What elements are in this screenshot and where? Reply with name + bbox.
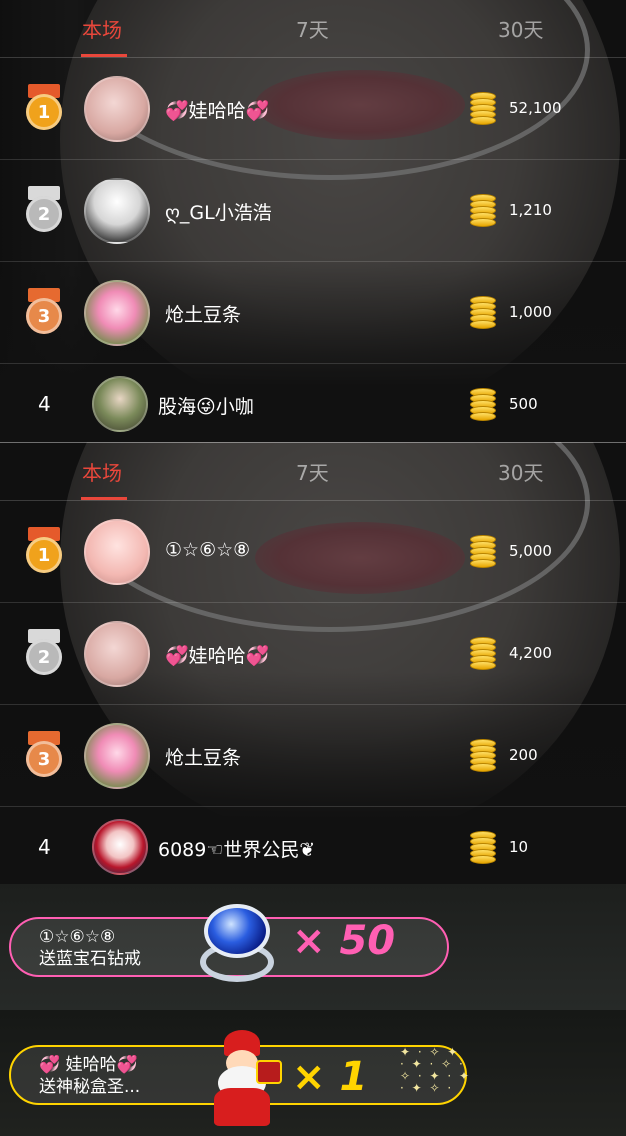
tab-30-days[interactable]: 30天 — [498, 14, 543, 43]
avatar[interactable] — [84, 723, 150, 789]
coin-stack-icon — [470, 388, 500, 422]
avatar[interactable] — [92, 819, 148, 875]
avatar[interactable] — [92, 376, 148, 432]
score-value: 200 — [509, 746, 538, 764]
sapphire-ring-icon — [192, 902, 282, 992]
coin-stack-icon — [470, 739, 500, 773]
coin-stack-icon — [470, 535, 500, 569]
avatar[interactable] — [84, 280, 150, 346]
bronze-medal-icon: 3 — [24, 288, 64, 336]
avatar[interactable] — [84, 178, 150, 244]
silver-medal-icon: 2 — [24, 186, 64, 234]
score-value: 1,000 — [509, 303, 552, 321]
sparkle-icon: ✦ · ✧ ✦ · ✦ · ✧ · ✧ · ✦ · ✦ · ✦ ✧ · — [400, 1045, 472, 1095]
ranking-row[interactable]: 1 ①☆⑥☆⑧ 5,000 — [0, 501, 626, 603]
active-tab-indicator — [81, 497, 127, 500]
avatar[interactable] — [84, 519, 150, 585]
bronze-medal-icon: 3 — [24, 731, 64, 779]
coin-stack-icon — [470, 194, 500, 228]
ranking-row[interactable]: 3 炝土豆条 200 — [0, 705, 626, 807]
tab-this-session[interactable]: 本场 — [82, 14, 122, 43]
username: ღ_GL小浩浩 — [165, 202, 272, 224]
tab-this-session[interactable]: 本场 — [82, 457, 122, 486]
santa-claus-icon — [196, 1030, 286, 1130]
rank-number: 4 — [38, 392, 51, 416]
gift-banner-1: ①☆⑥☆⑧ 送蓝宝石钻戒 × 50 — [0, 884, 626, 1010]
score-value: 500 — [509, 395, 538, 413]
score-value: 10 — [509, 838, 529, 856]
gift-action: 送神秘盒圣... — [39, 1077, 141, 1097]
avatar[interactable] — [84, 76, 150, 142]
username: 炝土豆条 — [165, 747, 242, 769]
avatar[interactable] — [84, 621, 150, 687]
username: ①☆⑥☆⑧ — [165, 539, 251, 561]
tab-7-days[interactable]: 7天 — [296, 457, 329, 486]
username: 💞娃哈哈💞 — [165, 100, 270, 122]
rank-number: 4 — [38, 835, 51, 859]
username: 股海😜小咖 — [158, 396, 254, 418]
gift-count: × 50 — [292, 918, 396, 964]
silver-medal-icon: 2 — [24, 629, 64, 677]
ranking-row[interactable]: 2 💞娃哈哈💞 4,200 — [0, 603, 626, 705]
score-value: 1,210 — [509, 201, 552, 219]
ranking-row[interactable]: 3 炝土豆条 1,000 — [0, 262, 626, 364]
gift-sender: ①☆⑥☆⑧ — [39, 927, 116, 947]
score-value: 4,200 — [509, 644, 552, 662]
ranking-tabs: 本场 7天 30天 — [0, 0, 626, 58]
ranking-panel-1: 本场 7天 30天 1 💞娃哈哈💞 52,100 2 ღ_GL小浩浩 1,210 — [0, 0, 626, 442]
coin-stack-icon — [470, 637, 500, 671]
ranking-row[interactable]: 1 💞娃哈哈💞 52,100 — [0, 58, 626, 160]
coin-stack-icon — [470, 92, 500, 126]
gift-action: 送蓝宝石钻戒 — [39, 949, 141, 969]
ranking-panel-2: 本场 7天 30天 1 ①☆⑥☆⑧ 5,000 2 💞娃哈哈💞 4,200 3 — [0, 442, 626, 884]
gold-medal-icon: 1 — [24, 527, 64, 575]
coin-stack-icon — [470, 296, 500, 330]
ranking-row[interactable]: 4 6089☜世界公民❦ 10 — [0, 807, 626, 889]
ranking-tabs: 本场 7天 30天 — [0, 443, 626, 501]
gift-banner-2: 💞 娃哈哈💞 送神秘盒圣... × 1 ✦ · ✧ ✦ · ✦ · ✧ · ✧ · … — [0, 1010, 626, 1136]
username: 炝土豆条 — [165, 304, 242, 326]
score-value: 52,100 — [509, 99, 562, 117]
coin-stack-icon — [470, 831, 500, 865]
username: 💞娃哈哈💞 — [165, 645, 270, 667]
ranking-row[interactable]: 2 ღ_GL小浩浩 1,210 — [0, 160, 626, 262]
tab-7-days[interactable]: 7天 — [296, 14, 329, 43]
active-tab-indicator — [81, 54, 127, 57]
gift-count: × 1 — [292, 1054, 368, 1100]
gold-medal-icon: 1 — [24, 84, 64, 132]
score-value: 5,000 — [509, 542, 552, 560]
tab-30-days[interactable]: 30天 — [498, 457, 543, 486]
gift-sender: 💞 娃哈哈💞 — [39, 1055, 138, 1075]
username: 6089☜世界公民❦ — [158, 839, 316, 861]
ranking-row[interactable]: 4 股海😜小咖 500 — [0, 364, 626, 446]
